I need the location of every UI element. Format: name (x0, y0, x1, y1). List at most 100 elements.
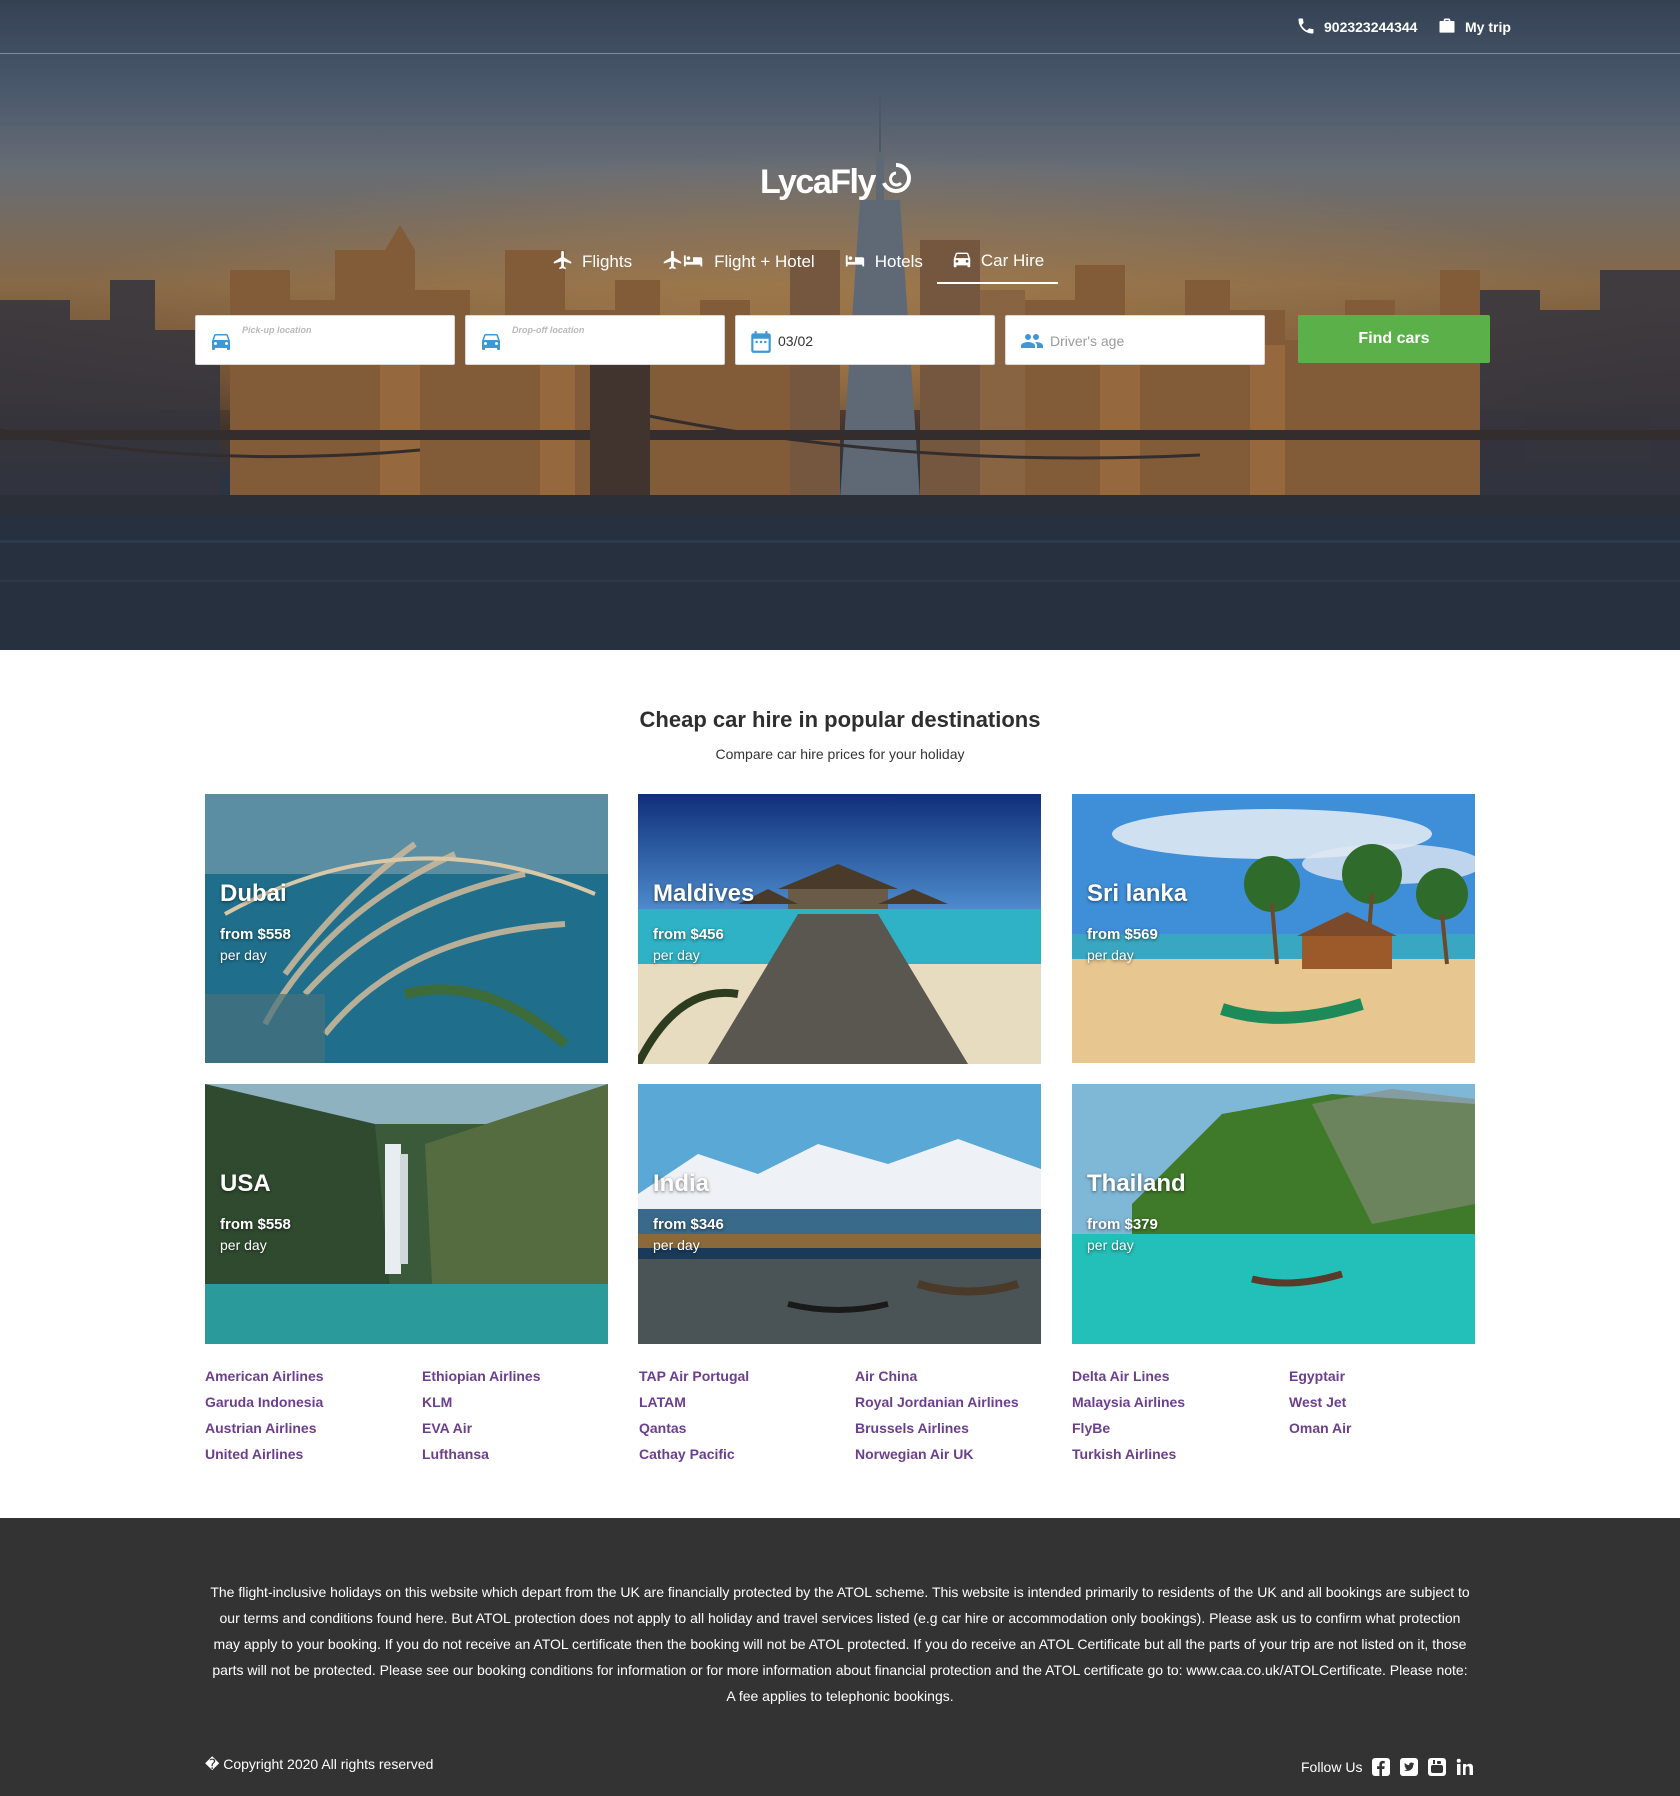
destination-price-unit: per day (653, 1237, 700, 1253)
destination-price-unit: per day (1087, 947, 1134, 963)
destination-price: from $379 (1087, 1216, 1158, 1233)
logo-swirl-icon (875, 161, 913, 204)
airline-link[interactable]: Egyptair (1289, 1368, 1352, 1394)
airline-link[interactable]: Norwegian Air UK (855, 1446, 1019, 1472)
airline-link[interactable]: LATAM (639, 1394, 749, 1420)
destinations-subtitle: Compare car hire prices for your holiday (715, 746, 965, 762)
airline-link[interactable]: American Airlines (205, 1368, 324, 1394)
car-icon (208, 329, 234, 358)
tab-flight-hotel-label: Flight + Hotel (714, 252, 815, 271)
driver-age-input[interactable]: Driver's age (1005, 315, 1265, 365)
airline-link[interactable]: Ethiopian Airlines (422, 1368, 541, 1394)
airline-link[interactable]: Malaysia Airlines (1072, 1394, 1185, 1420)
destination-name: Thailand (1087, 1170, 1186, 1197)
dropoff-location-input[interactable]: Drop-off location (465, 315, 725, 365)
airline-link[interactable]: EVA Air (422, 1420, 541, 1446)
airline-link[interactable]: United Airlines (205, 1446, 324, 1472)
destination-name: India (653, 1170, 710, 1197)
destination-price: from $569 (1087, 926, 1158, 943)
destination-card-india[interactable]: India from $346 per day (638, 1084, 1041, 1344)
pickup-date-value: 03/02 (778, 333, 814, 349)
follow-us-label: Follow Us (1301, 1759, 1363, 1775)
destination-price-unit: per day (653, 947, 700, 963)
tab-hotels-label: Hotels (874, 252, 923, 271)
airline-link[interactable]: West Jet (1289, 1394, 1352, 1420)
airline-link[interactable]: Turkish Airlines (1072, 1446, 1185, 1472)
facebook-icon[interactable] (1372, 1758, 1391, 1776)
site-footer: The flight-inclusive holidays on this we… (0, 1518, 1680, 1796)
airline-column: Egyptair West Jet Oman Air (1289, 1368, 1352, 1446)
tab-flights-label: Flights (582, 252, 633, 271)
people-icon (1018, 329, 1046, 358)
pickup-location-input[interactable]: Pick-up location (195, 315, 455, 365)
top-bar: 902323244344 My trip (0, 0, 1680, 54)
destination-price: from $558 (220, 1216, 291, 1233)
destination-card-dubai[interactable]: Dubai from $558 per day (205, 794, 608, 1063)
social-links: Follow Us (1301, 1758, 1474, 1776)
airline-link[interactable]: Royal Jordanian Airlines (855, 1394, 1019, 1420)
destination-card-sri-lanka[interactable]: Sri lanka from $569 per day (1072, 794, 1475, 1063)
airline-link[interactable]: FlyBe (1072, 1420, 1185, 1446)
plane-icon (552, 249, 582, 276)
airline-link[interactable]: Oman Air (1289, 1420, 1352, 1446)
destination-card-maldives[interactable]: Maldives from $456 per day (638, 794, 1041, 1064)
my-trip-link[interactable]: My trip (1437, 16, 1511, 38)
search-tabs: Flights Flight + Hotel Hotels Car Hire (538, 240, 1059, 286)
destination-price: from $346 (653, 1216, 724, 1233)
airline-link[interactable]: Cathay Pacific (639, 1446, 749, 1472)
destination-name: Sri lanka (1087, 880, 1188, 907)
destination-name: Dubai (220, 880, 287, 907)
airline-link[interactable]: KLM (422, 1394, 541, 1420)
tab-car-hire[interactable]: Car Hire (936, 240, 1059, 284)
pickup-date-input[interactable]: 03/02 (735, 315, 995, 365)
destination-price-unit: per day (1087, 1237, 1134, 1253)
destination-price: from $456 (653, 926, 724, 943)
destination-name: USA (220, 1170, 271, 1197)
tab-flights[interactable]: Flights (538, 240, 646, 284)
youtube-icon[interactable] (1428, 1758, 1447, 1776)
destination-card-usa[interactable]: USA from $558 per day (205, 1084, 608, 1344)
thailand-bay-image (1072, 1084, 1475, 1344)
india-lake-image (638, 1084, 1041, 1344)
airline-link[interactable]: TAP Air Portugal (639, 1368, 749, 1394)
phone-icon (1296, 16, 1324, 39)
tab-hotels[interactable]: Hotels (829, 240, 937, 284)
car-icon (478, 329, 504, 358)
linkedin-icon[interactable] (1456, 1758, 1474, 1776)
airline-column: TAP Air Portugal LATAM Qantas Cathay Pac… (639, 1368, 749, 1472)
pickup-location-label: Pick-up location (242, 325, 312, 335)
destination-card-thailand[interactable]: Thailand from $379 per day (1072, 1084, 1475, 1344)
destinations-title: Cheap car hire in popular destinations (639, 707, 1041, 732)
twitter-icon[interactable] (1400, 1758, 1419, 1776)
dropoff-location-label: Drop-off location (512, 325, 585, 335)
my-trip-label: My trip (1465, 19, 1511, 35)
destination-price-unit: per day (220, 947, 267, 963)
airline-column: Air China Royal Jordanian Airlines Bruss… (855, 1368, 1019, 1472)
usa-waterfall-image (205, 1084, 608, 1344)
airline-link[interactable]: Qantas (639, 1420, 749, 1446)
tab-car-hire-label: Car Hire (980, 251, 1045, 270)
airline-link[interactable]: Austrian Airlines (205, 1420, 324, 1446)
destination-name: Maldives (653, 880, 755, 907)
tab-flight-hotel[interactable]: Flight + Hotel (646, 240, 829, 284)
find-cars-button[interactable]: Find cars (1298, 315, 1490, 363)
briefcase-icon (1437, 16, 1465, 39)
destination-price-unit: per day (220, 1237, 267, 1253)
brand-logo[interactable]: LycaFly (760, 160, 913, 204)
car-search-form: Pick-up location Drop-off location 03/02… (195, 315, 1490, 365)
airline-column: Delta Air Lines Malaysia Airlines FlyBe … (1072, 1368, 1185, 1472)
brand-name: LycaFly (760, 162, 876, 201)
airline-link[interactable]: Lufthansa (422, 1446, 541, 1472)
airline-link[interactable]: Delta Air Lines (1072, 1368, 1185, 1394)
destination-price: from $558 (220, 926, 291, 943)
airline-link[interactable]: Air China (855, 1368, 1019, 1394)
airline-link[interactable]: Brussels Airlines (855, 1420, 1019, 1446)
calendar-icon (748, 329, 774, 360)
airline-link[interactable]: Garuda Indonesia (205, 1394, 324, 1420)
phone-number: 902323244344 (1324, 19, 1418, 35)
atol-notice: The flight-inclusive holidays on this we… (210, 1584, 1470, 1704)
car-icon (951, 248, 981, 275)
airline-column: Ethiopian Airlines KLM EVA Air Lufthansa (422, 1368, 541, 1472)
plane-bed-icon (660, 249, 714, 276)
phone-contact[interactable]: 902323244344 (1296, 16, 1417, 38)
